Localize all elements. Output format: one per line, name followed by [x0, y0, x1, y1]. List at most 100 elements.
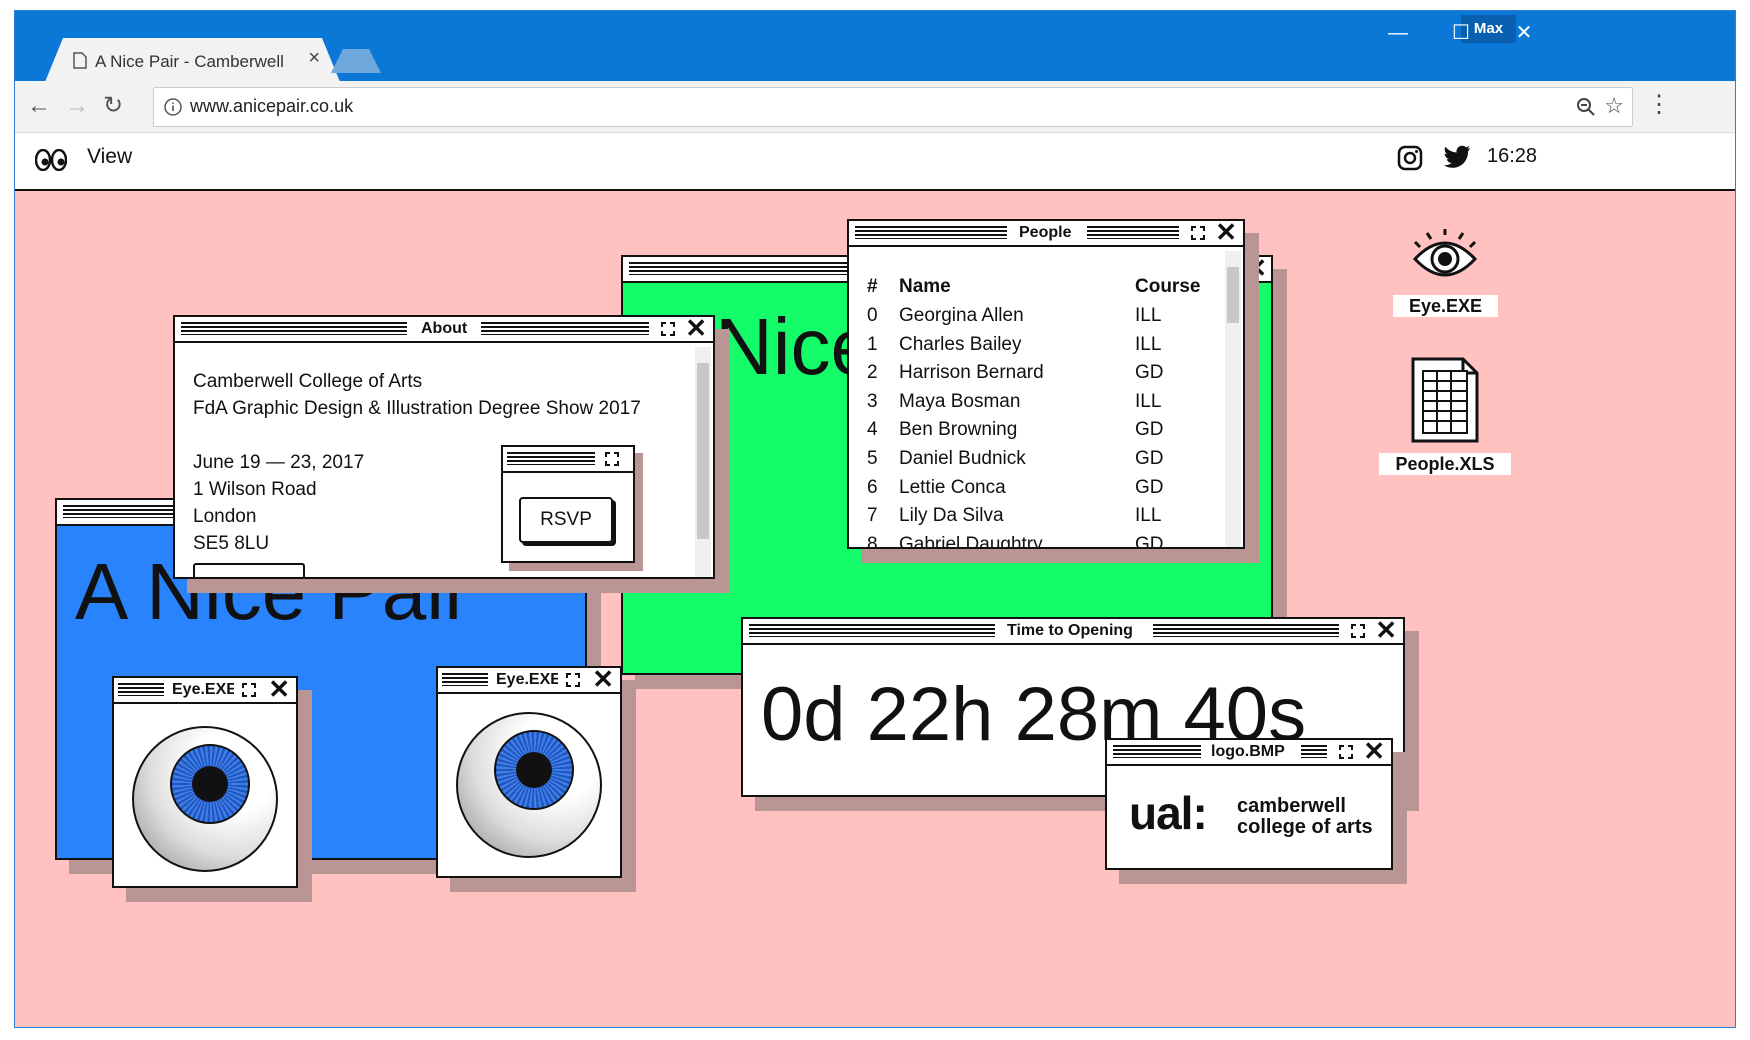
- column-header: #: [867, 276, 878, 297]
- maximize-icon[interactable]: [1339, 745, 1353, 759]
- logo-line: camberwell: [1237, 795, 1346, 817]
- titlebar-stripes: [442, 673, 488, 686]
- window-titlebar[interactable]: [503, 447, 633, 473]
- desktop-icon-label[interactable]: Eye.EXE: [1393, 295, 1499, 317]
- minimize-icon[interactable]: —: [1375, 19, 1421, 47]
- window-titlebar[interactable]: Time to Opening ✕: [743, 617, 1403, 645]
- maximize-icon[interactable]: [605, 452, 619, 466]
- close-icon[interactable]: ✕: [685, 315, 707, 341]
- person-name: Ben Browning: [899, 419, 1018, 441]
- close-icon[interactable]: ✕: [268, 676, 290, 702]
- maximize-icon[interactable]: [566, 673, 580, 687]
- bookmark-star-icon[interactable]: ☆: [1604, 93, 1624, 119]
- logo-text: camberwell college of arts: [1237, 796, 1373, 838]
- pupil: [192, 766, 228, 802]
- partial-button[interactable]: [193, 563, 305, 577]
- eye-window-1[interactable]: Eye.EXE ✕: [112, 676, 298, 888]
- forward-icon[interactable]: →: [65, 94, 89, 118]
- person-course: ILL: [1135, 333, 1162, 355]
- person-course: GD: [1135, 533, 1164, 549]
- page-icon: [73, 52, 87, 69]
- row-number: 3: [867, 390, 878, 412]
- titlebar-stripes: [1113, 745, 1201, 758]
- close-icon[interactable]: ✕: [1375, 617, 1397, 643]
- zoom-icon[interactable]: [1576, 97, 1596, 117]
- window-titlebar[interactable]: People ✕: [849, 219, 1243, 247]
- person-course: GD: [1135, 362, 1164, 384]
- about-window[interactable]: About ✕ Camberwell College of Arts FdA G…: [173, 315, 715, 579]
- window-titlebar[interactable]: About ✕: [175, 315, 713, 343]
- desktop: A Nice Pair ✕ Nice About ✕ Camberwell Co…: [15, 191, 1735, 1027]
- maximize-icon[interactable]: ☐: [1438, 19, 1484, 47]
- person-name: Lily Da Silva: [899, 505, 1004, 527]
- person-name: Charles Bailey: [899, 333, 1022, 355]
- close-icon[interactable]: ✕: [1215, 219, 1237, 245]
- column-header: Name: [899, 276, 951, 297]
- back-icon[interactable]: ←: [27, 94, 51, 118]
- menu-icon[interactable]: ⋮: [1647, 89, 1671, 121]
- row-number: 4: [867, 419, 878, 441]
- row-number: 7: [867, 505, 878, 527]
- person-course: ILL: [1135, 390, 1162, 412]
- eyeball-icon[interactable]: [456, 712, 602, 858]
- scrollbar-thumb[interactable]: [1227, 267, 1239, 323]
- info-icon[interactable]: [164, 98, 182, 116]
- maximize-icon[interactable]: [242, 683, 256, 697]
- person-course: ILL: [1135, 305, 1162, 326]
- window-titlebar[interactable]: Eye.EXE ✕: [438, 666, 620, 694]
- desktop-icon-label[interactable]: People.XLS: [1379, 453, 1511, 475]
- rsvp-button[interactable]: RSVP: [519, 497, 613, 543]
- person-name: Daniel Budnick: [899, 448, 1026, 469]
- iris: [170, 744, 250, 824]
- scrollbar-thumb[interactable]: [697, 363, 709, 539]
- close-icon[interactable]: ✕: [592, 666, 614, 692]
- maximize-icon[interactable]: [1191, 226, 1205, 240]
- window-titlebar[interactable]: logo.BMP ✕: [1107, 738, 1391, 766]
- person-course: ILL: [1135, 505, 1162, 527]
- spreadsheet-icon[interactable]: [1411, 357, 1479, 443]
- logo-window[interactable]: logo.BMP ✕ ual: camberwell college of ar…: [1105, 738, 1393, 870]
- row-number: 2: [867, 362, 878, 384]
- person-name: Lettie Conca: [899, 476, 1006, 498]
- desktop-icon-people[interactable]: People.XLS: [1377, 357, 1513, 475]
- titlebar-stripes: [507, 452, 595, 465]
- person-course: GD: [1135, 419, 1164, 441]
- view-menu[interactable]: View: [87, 145, 132, 169]
- maximize-icon[interactable]: [1351, 624, 1365, 638]
- tab-title: A Nice Pair - Camberwell: [95, 52, 284, 71]
- eyeball-icon[interactable]: [132, 726, 278, 872]
- titlebar-stripes: [181, 322, 407, 335]
- person-name: Georgina Allen: [899, 305, 1024, 326]
- instagram-icon[interactable]: [1397, 145, 1423, 171]
- window-title: People: [1019, 224, 1072, 241]
- row-number: 5: [867, 448, 878, 469]
- browser-tab[interactable]: A Nice Pair - Camberwell ×: [45, 38, 340, 82]
- address-bar[interactable]: www.anicepair.co.uk ☆: [153, 87, 1633, 127]
- people-window[interactable]: People ✕ # Name Course 0 Georgina Allen IL…: [847, 219, 1245, 549]
- reload-icon[interactable]: ↻: [103, 94, 123, 118]
- titlebar-stripes: [481, 322, 649, 335]
- rsvp-window[interactable]: RSVP: [501, 445, 635, 563]
- desktop-icon-eye[interactable]: Eye.EXE: [1393, 227, 1499, 317]
- ual-logo-mark: ual:: [1129, 787, 1208, 839]
- close-icon[interactable]: ✕: [1363, 738, 1385, 764]
- maximize-icon[interactable]: [661, 322, 675, 336]
- scrollbar[interactable]: [695, 347, 711, 577]
- titlebar-stripes: [749, 624, 995, 637]
- browser-window: A Nice Pair - Camberwell × Max — ☐ ✕ ← →…: [14, 10, 1736, 1028]
- twitter-icon[interactable]: [1443, 145, 1471, 169]
- person-course: GD: [1135, 476, 1164, 498]
- scrollbar[interactable]: [1225, 251, 1241, 547]
- eyes-icon[interactable]: [35, 149, 67, 171]
- close-icon[interactable]: ✕: [1245, 255, 1267, 281]
- about-line: Camberwell College of Arts: [193, 371, 423, 392]
- titlebar-stripes: [1153, 624, 1339, 637]
- eye-icon[interactable]: [1412, 227, 1478, 287]
- close-tab-icon[interactable]: ×: [308, 48, 320, 68]
- window-title: Eye.EXE: [496, 671, 558, 688]
- url-text[interactable]: www.anicepair.co.uk: [190, 96, 353, 117]
- eye-window-2[interactable]: Eye.EXE ✕: [436, 666, 622, 878]
- new-tab-button[interactable]: [331, 49, 381, 73]
- close-window-icon[interactable]: ✕: [1501, 19, 1547, 47]
- window-titlebar[interactable]: Eye.EXE ✕: [114, 676, 296, 704]
